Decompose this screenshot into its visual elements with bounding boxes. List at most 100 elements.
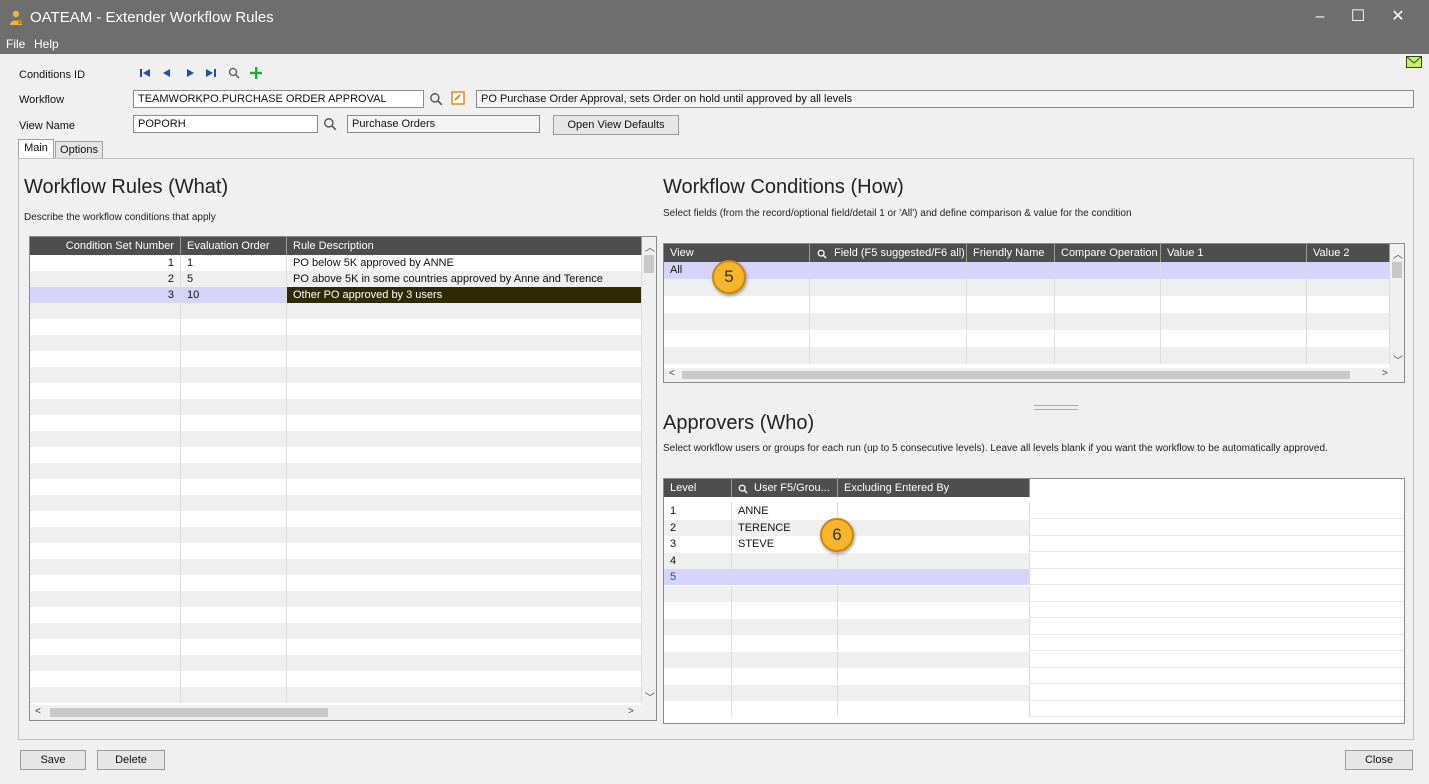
scroll-right-icon[interactable]: >: [628, 706, 634, 717]
table-row[interactable]: 4: [664, 552, 1404, 569]
table-row[interactable]: [30, 303, 642, 319]
table-row[interactable]: 1 1 PO below 5K approved by ANNE: [30, 255, 642, 271]
col-evaluation-order[interactable]: Evaluation Order: [181, 237, 287, 255]
col-value-1[interactable]: Value 1: [1161, 244, 1307, 262]
conditions-horizontal-scrollbar[interactable]: < >: [664, 368, 1404, 382]
maximize-button[interactable]: ☐: [1340, 6, 1376, 28]
table-row[interactable]: [30, 591, 642, 607]
table-row[interactable]: [664, 602, 1404, 618]
table-row[interactable]: [30, 655, 642, 671]
title-bar[interactable]: OATEAM - Extender Workflow Rules – ☐ ✕: [0, 0, 1429, 34]
table-row[interactable]: [664, 618, 1404, 635]
table-row[interactable]: 5: [664, 569, 1404, 585]
table-row[interactable]: [664, 279, 1390, 296]
conditions-grid[interactable]: View Field (F5 suggested/F6 all) Friendl…: [663, 243, 1405, 383]
col-level[interactable]: Level: [664, 479, 732, 497]
minimize-button[interactable]: –: [1302, 6, 1338, 28]
approvers-grid[interactable]: Level User F5/Grou... Excluding Entered …: [663, 478, 1405, 724]
open-view-defaults-button[interactable]: Open View Defaults: [553, 115, 679, 135]
col-excluding-entered-by[interactable]: Excluding Entered By: [838, 479, 1030, 497]
user-search-icon[interactable]: [738, 484, 748, 494]
table-row[interactable]: [30, 511, 642, 527]
cond-scroll-right-icon[interactable]: >: [1382, 368, 1388, 379]
col-friendly-name[interactable]: Friendly Name: [967, 244, 1055, 262]
table-row[interactable]: [30, 447, 642, 463]
rules-horizontal-scrollbar[interactable]: < >: [30, 705, 656, 720]
table-row[interactable]: All: [664, 262, 1390, 279]
last-record-icon[interactable]: [205, 67, 217, 79]
table-row[interactable]: [664, 330, 1390, 347]
close-button[interactable]: Close: [1345, 750, 1413, 770]
rules-vscroll-thumb[interactable]: [644, 255, 654, 273]
table-row[interactable]: [30, 687, 642, 703]
cond-scroll-down-icon[interactable]: ﹀: [1393, 352, 1403, 367]
table-row[interactable]: [30, 431, 642, 447]
table-row[interactable]: [664, 668, 1404, 684]
table-row[interactable]: 2 TERENCE: [664, 519, 1404, 536]
table-row[interactable]: [30, 383, 642, 399]
table-row[interactable]: [30, 351, 642, 367]
table-row[interactable]: 2 5 PO above 5K in some countries approved…: [30, 271, 642, 287]
workflow-edit-icon[interactable]: [451, 91, 465, 105]
scroll-left-icon[interactable]: <: [35, 706, 41, 717]
workflow-search-icon[interactable]: [429, 92, 443, 106]
next-record-icon[interactable]: [184, 67, 196, 79]
table-row[interactable]: 3 10 Other PO approved by 3 users: [30, 287, 642, 303]
view-name-input[interactable]: POPORH: [133, 115, 318, 133]
table-row[interactable]: [664, 347, 1390, 364]
table-row[interactable]: [30, 495, 642, 511]
view-search-icon[interactable]: [323, 117, 337, 131]
col-value-2[interactable]: Value 2: [1307, 244, 1390, 262]
conditions-vertical-scrollbar[interactable]: ︿ ﹀: [1390, 244, 1404, 368]
close-window-button[interactable]: ✕: [1380, 6, 1416, 28]
table-row[interactable]: [30, 335, 642, 351]
rules-grid[interactable]: Condition Set Number Evaluation Order Ru…: [29, 236, 657, 721]
table-row[interactable]: [30, 415, 642, 431]
menu-help[interactable]: Help: [34, 37, 59, 51]
table-row[interactable]: [664, 684, 1404, 701]
scroll-down-icon[interactable]: ﹀: [645, 689, 655, 704]
rules-hscroll-thumb[interactable]: [50, 708, 328, 717]
table-row[interactable]: [30, 639, 642, 655]
add-plus-icon[interactable]: [250, 67, 262, 79]
table-row[interactable]: [30, 559, 642, 575]
cond-scroll-left-icon[interactable]: <: [669, 368, 675, 379]
table-row[interactable]: 1 ANNE: [664, 503, 1404, 519]
table-row[interactable]: [664, 635, 1404, 651]
menu-file[interactable]: File: [6, 37, 25, 51]
col-compare-operation[interactable]: Compare Operation: [1055, 244, 1161, 262]
previous-record-icon[interactable]: [161, 67, 173, 79]
cond-hscroll-thumb[interactable]: [682, 371, 1350, 379]
save-button[interactable]: Save: [20, 750, 86, 770]
table-row[interactable]: [30, 367, 642, 383]
col-field[interactable]: Field (F5 suggested/F6 all): [810, 244, 967, 262]
table-row[interactable]: [30, 319, 642, 335]
scroll-up-icon[interactable]: ︿: [645, 239, 655, 254]
tab-main[interactable]: Main: [18, 139, 54, 159]
col-view[interactable]: View: [664, 244, 810, 262]
workflow-input[interactable]: TEAMWORKPO.PURCHASE ORDER APPROVAL: [133, 90, 424, 108]
mail-icon[interactable]: [1406, 56, 1422, 68]
table-row[interactable]: [30, 479, 642, 495]
splitter-handle[interactable]: [1034, 405, 1078, 410]
col-condition-set-number[interactable]: Condition Set Number: [30, 237, 181, 255]
table-row[interactable]: [664, 701, 1404, 717]
table-row[interactable]: [664, 651, 1404, 668]
table-row[interactable]: [30, 623, 642, 639]
table-row[interactable]: [664, 296, 1390, 313]
first-record-icon[interactable]: [139, 67, 151, 79]
table-row[interactable]: [30, 543, 642, 559]
field-search-icon[interactable]: [817, 249, 827, 259]
cond-vscroll-thumb[interactable]: [1392, 262, 1402, 278]
search-icon[interactable]: [228, 67, 240, 79]
table-row[interactable]: [30, 527, 642, 543]
table-row[interactable]: [30, 463, 642, 479]
table-row[interactable]: [30, 607, 642, 623]
table-row[interactable]: 3 STEVE: [664, 536, 1404, 552]
table-row[interactable]: [30, 399, 642, 415]
cond-scroll-up-icon[interactable]: ︿: [1393, 246, 1403, 261]
table-row[interactable]: [664, 585, 1404, 602]
delete-button[interactable]: Delete: [97, 750, 165, 770]
rules-vertical-scrollbar[interactable]: ︿ ﹀: [642, 237, 656, 705]
table-row[interactable]: [664, 313, 1390, 330]
